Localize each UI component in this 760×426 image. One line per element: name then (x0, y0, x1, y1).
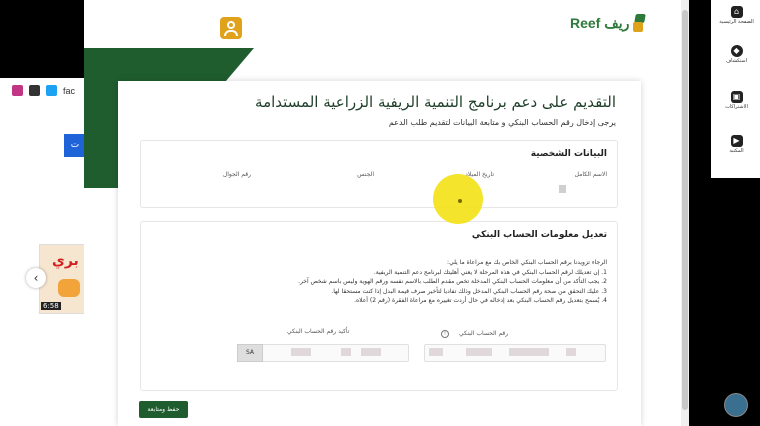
instruction-line: الرجاء تزويدنا برقم الحساب البنكي الخاص … (447, 259, 607, 266)
page-title: التقديم على دعم برنامج التنمية الريفية ا… (255, 93, 616, 111)
redacted-value (341, 348, 351, 356)
instruction-line: 1. إن تعديلك لرقم الحساب البنكي في هذه ا… (373, 268, 607, 276)
tiktok-icon[interactable] (29, 85, 40, 96)
sidebar-item-label: الصفحة الرئيسية (719, 19, 754, 25)
sidebar-item-home[interactable]: ⌂ الصفحة الرئيسية (713, 6, 760, 25)
instruction-line: 3. عليك التحقق من صحة رقم الحساب البنكي … (331, 287, 607, 295)
library-icon: ▶ (730, 135, 743, 147)
sidebar-item-library[interactable]: ▶ المكتبة (713, 135, 760, 154)
sidebar-item-label: المكتبة (729, 148, 744, 154)
full-name-label: الاسم الكامل (574, 171, 607, 178)
save-continue-button[interactable]: حفظ ومتابعة (139, 401, 188, 418)
instruction-line: 4. يُسمح بتعديل رقم الحساب البنكي بعد إد… (354, 297, 607, 304)
chevron-left-icon[interactable]: ‹ (26, 268, 46, 288)
redacted-value (291, 348, 311, 356)
hand-icon (58, 279, 80, 297)
scrollbar-thumb[interactable] (682, 10, 688, 410)
social-links: fac (12, 85, 75, 96)
confirm-account-label: تأكيد رقم الحساب البنكي (287, 328, 350, 335)
sidebar-item-subscriptions[interactable]: ▣ الاشتراكات (713, 91, 760, 110)
leaf-logo-icon (633, 14, 647, 32)
info-icon[interactable]: ! (441, 330, 449, 338)
avatar[interactable] (724, 393, 748, 417)
personal-info-title: البيانات الشخصية (530, 149, 607, 159)
compass-icon: ◆ (730, 45, 743, 57)
instagram-icon[interactable] (12, 85, 23, 96)
video-duration: 6:58 (41, 302, 61, 310)
side-action-button[interactable]: ت (64, 134, 86, 157)
twitter-icon[interactable] (46, 85, 57, 96)
sidebar-item-label: الاشتراكات (725, 104, 748, 110)
redacted-value (566, 348, 576, 356)
mobile-label: رقم الجوال (222, 171, 251, 178)
facebook-link[interactable]: fac (63, 86, 75, 96)
sidebar-item-label: استكشاف (725, 58, 747, 64)
redacted-value (509, 348, 549, 356)
iban-prefix: SA (237, 344, 263, 362)
site-logo[interactable]: Reef ريف (570, 14, 647, 32)
page-subtitle: يرجى إدخال رقم الحساب البنكي و متابعة ال… (388, 118, 616, 127)
bank-account-label: رقم الحساب البنكي (459, 330, 509, 337)
name-field-icon (559, 185, 566, 193)
bank-instructions: الرجاء تزويدنا برقم الحساب البنكي الخاص … (227, 258, 607, 306)
application-form-card: التقديم على دعم برنامج التنمية الريفية ا… (118, 81, 641, 426)
bank-info-section: تعديل معلومات الحساب البنكي الرجاء تزويد… (140, 221, 618, 391)
sidebar-item-explore[interactable]: ◆ استكشاف (713, 45, 760, 64)
bank-info-title: تعديل معلومات الحساب البنكي (471, 230, 607, 240)
personal-info-section: البيانات الشخصية الاسم الكامل تاريخ المي… (140, 140, 618, 208)
mouse-cursor (458, 199, 462, 203)
instruction-line: 2. يجب التأكد من أن معلومات الحساب البنك… (298, 278, 607, 285)
redacted-value (429, 348, 443, 356)
gender-label: الجنس (357, 171, 374, 178)
logo-text: Reef ريف (570, 14, 630, 31)
subscriptions-icon: ▣ (730, 91, 743, 103)
user-account-icon[interactable] (220, 17, 242, 39)
redacted-value (466, 348, 492, 356)
video-overlay-text: بري (52, 253, 79, 269)
home-icon: ⌂ (730, 6, 743, 18)
redacted-value (361, 348, 381, 356)
